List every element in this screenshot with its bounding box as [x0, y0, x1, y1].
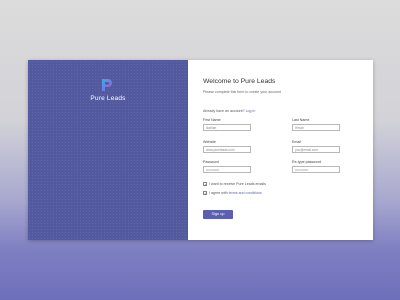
- page-title: Welcome to Pure Leads: [203, 78, 276, 85]
- retype-password-label: Re-type password: [292, 160, 321, 164]
- email-input[interactable]: you@email.com: [292, 146, 340, 153]
- emails-opt-in-row: ✓ I want to receive Pure Leads emails: [203, 182, 266, 187]
- emails-opt-in-label: I want to receive Pure Leads emails: [209, 182, 266, 186]
- email-field: Email you@email.com: [292, 140, 340, 153]
- first-name-input[interactable]: Nathan: [203, 124, 251, 131]
- first-name-label: First Name: [203, 118, 221, 122]
- website-input[interactable]: www.pureleads.com: [203, 146, 251, 153]
- form-panel: Welcome to Pure Leads Please complete th…: [188, 60, 373, 240]
- last-name-input[interactable]: Hirsch: [292, 124, 340, 131]
- brand-name: Pure Leads: [90, 95, 126, 102]
- terms-label: I agree with: [209, 191, 228, 195]
- last-name-field: Last Name Hirsch: [292, 118, 340, 131]
- website-label: Website: [203, 140, 216, 144]
- first-name-field: First Name Nathan: [203, 118, 251, 131]
- p-logo-icon: [102, 79, 112, 91]
- sign-up-button[interactable]: Sign up: [203, 210, 233, 219]
- account-line: Already have an account? Log in: [203, 109, 255, 113]
- last-name-label: Last Name: [292, 118, 310, 122]
- brand-panel: Pure Leads: [28, 60, 188, 240]
- signup-card: Pure Leads Welcome to Pure Leads Please …: [28, 60, 373, 240]
- emails-opt-in-checkbox[interactable]: ✓: [203, 182, 207, 187]
- retype-password-input[interactable]: ••••••••••••: [292, 166, 340, 173]
- password-field: Password ••••••••••••: [203, 160, 251, 173]
- password-input[interactable]: ••••••••••••: [203, 166, 251, 173]
- terms-row: ✓ I agree with terms and conditions: [203, 191, 262, 196]
- email-label: Email: [292, 140, 301, 144]
- retype-password-field: Re-type password ••••••••••••: [292, 160, 340, 173]
- password-label: Password: [203, 160, 219, 164]
- account-prompt: Already have an account?: [203, 109, 245, 113]
- page-subtitle: Please complete this form to create your…: [203, 90, 281, 94]
- login-link[interactable]: Log in: [246, 109, 256, 113]
- website-field: Website www.pureleads.com: [203, 140, 251, 153]
- terms-checkbox[interactable]: ✓: [203, 191, 207, 196]
- terms-link[interactable]: terms and conditions: [229, 191, 262, 195]
